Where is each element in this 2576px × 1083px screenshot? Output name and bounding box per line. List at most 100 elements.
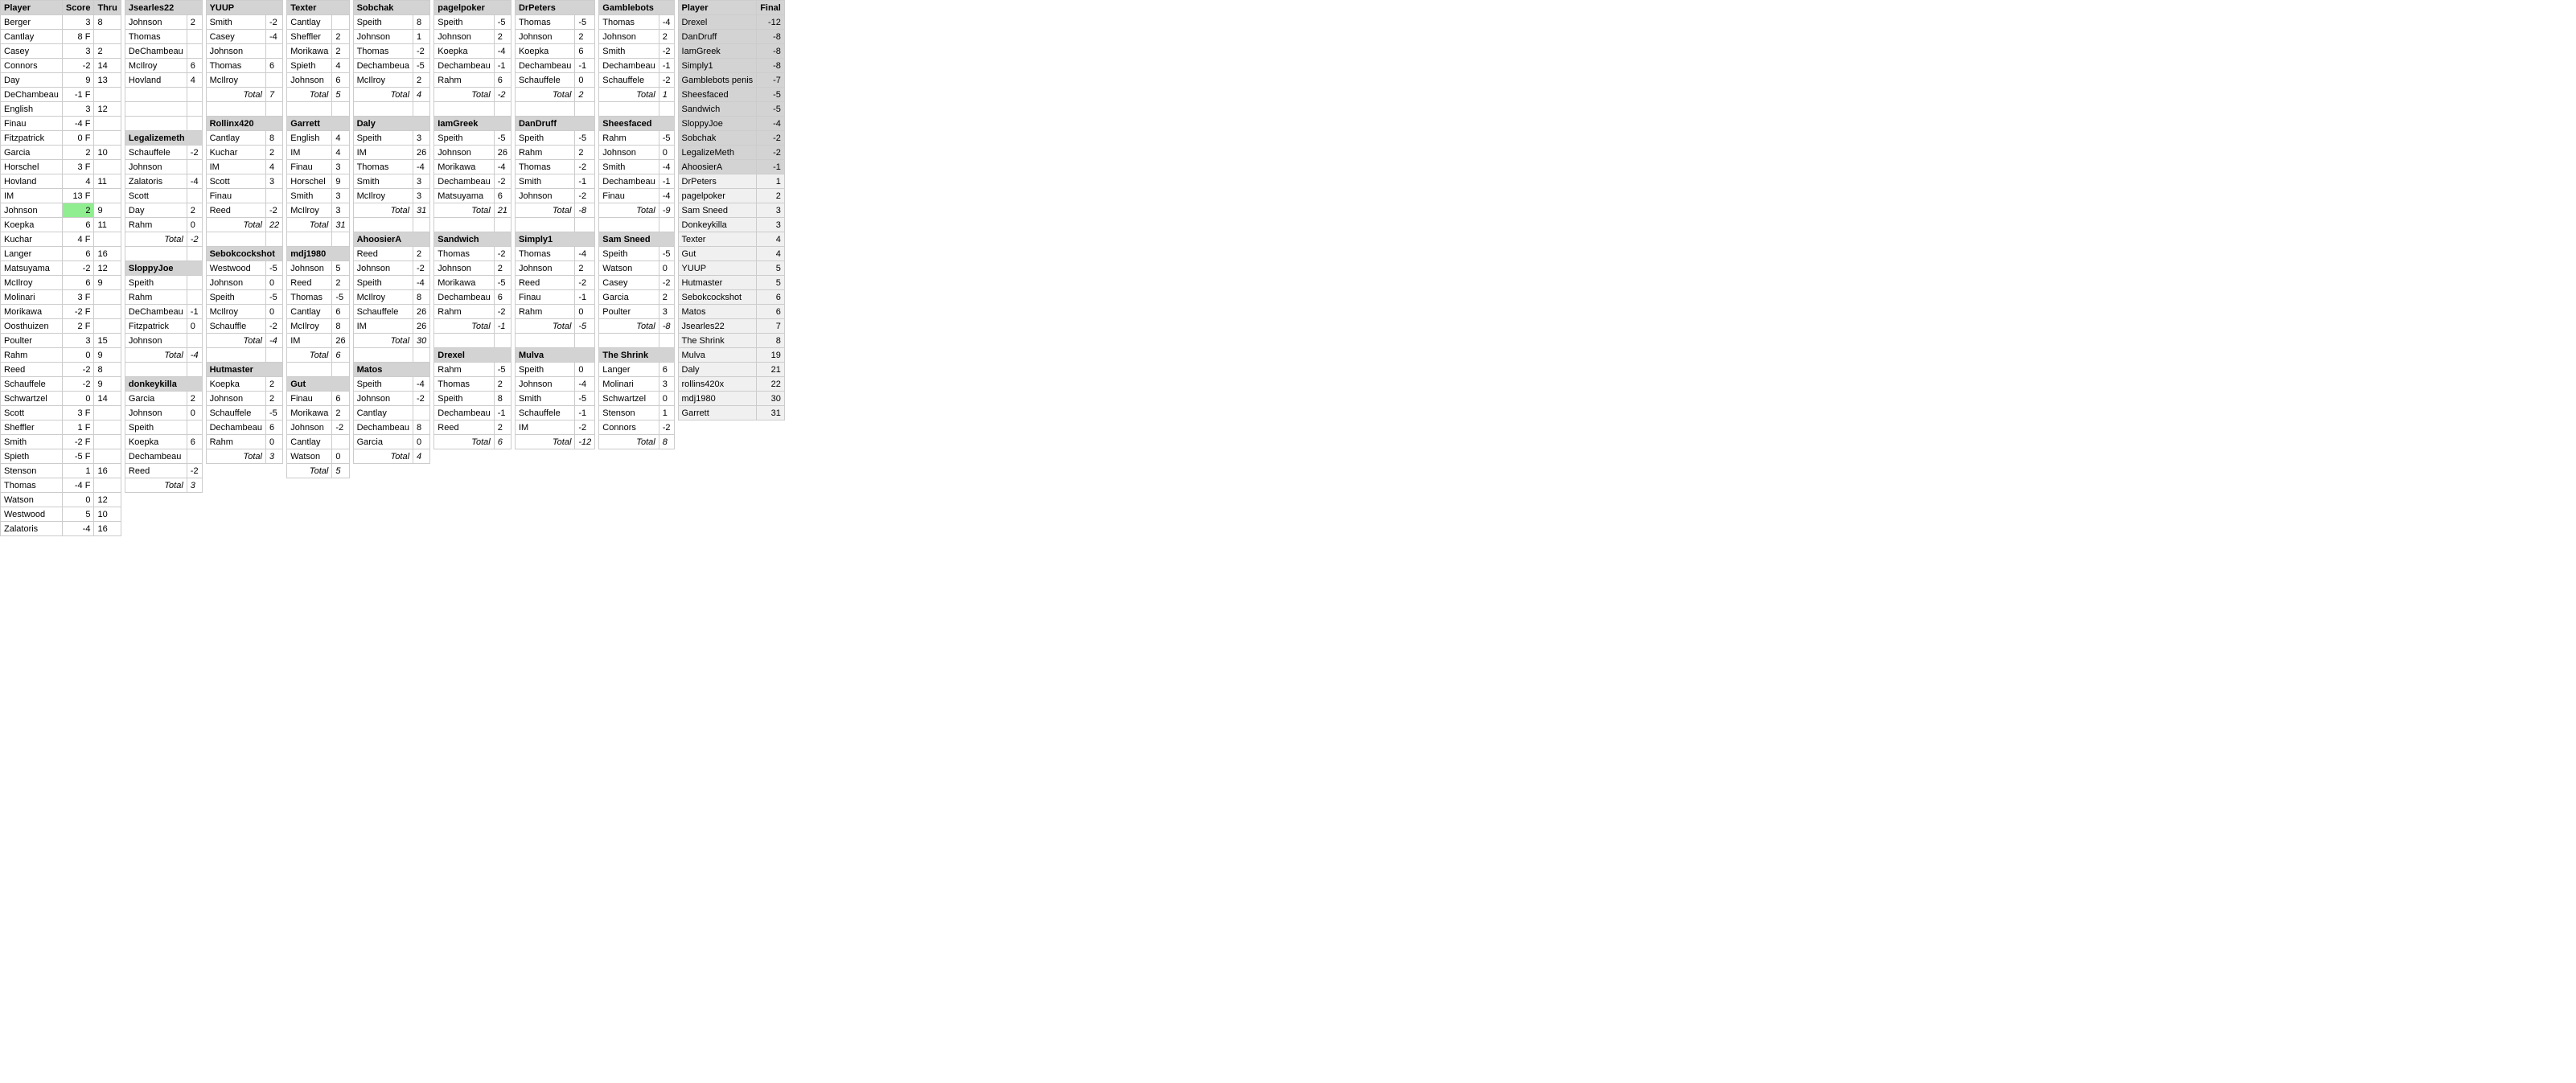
pick-name: Schauffele: [206, 406, 265, 420]
pick-value: [575, 102, 595, 117]
total-value: 1: [659, 88, 674, 102]
final-row: Donkeykilla3: [678, 218, 784, 232]
pick-name: Thomas: [515, 160, 574, 174]
pick-row: Morikawa2: [287, 44, 349, 59]
pick-row: Speith3: [353, 131, 430, 146]
pick-row: McIlroy: [206, 73, 283, 88]
pick-name: English: [287, 131, 332, 146]
pick-value: 26: [413, 319, 430, 334]
pick-value: [659, 334, 674, 348]
final-row: Texter4: [678, 232, 784, 247]
player-name: Sheffler: [1, 420, 63, 435]
pick-name: Sheffler: [287, 30, 332, 44]
pick-value: [187, 247, 202, 261]
pick-name: Smith: [353, 174, 413, 189]
pick-row: Johnson0: [206, 276, 283, 290]
total-label: Total: [125, 478, 187, 493]
pick-value: -2: [659, 276, 674, 290]
pick-name: Dechambeau: [599, 174, 659, 189]
pick-name: Kuchar: [206, 146, 265, 160]
pick-row: English4: [287, 131, 349, 146]
pick-value: 2: [266, 377, 283, 392]
pick-value: 6: [494, 73, 511, 88]
player-name: Molinari: [1, 290, 63, 305]
pick-value: [494, 334, 511, 348]
player-thru: 15: [94, 334, 121, 348]
final-row: Daly21: [678, 363, 784, 377]
pick-name: Rahm: [434, 363, 494, 377]
pick-value: 0: [575, 305, 595, 319]
pick-value: 0: [659, 146, 674, 160]
pick-value: -4: [494, 44, 511, 59]
final-player-name: Texter: [678, 232, 757, 247]
header-player: Player: [1, 1, 63, 15]
pick-row: Matsuyama6: [434, 189, 512, 203]
pick-row: Spieth4: [287, 59, 349, 73]
pick-name: Morikawa: [287, 44, 332, 59]
final-row: Drexel-12: [678, 15, 784, 30]
pick-name: [434, 218, 494, 232]
player-thru: 13: [94, 73, 121, 88]
pick-value: 6: [266, 420, 283, 435]
pick-value: 0: [266, 435, 283, 449]
final-player-name: Drexel: [678, 15, 757, 30]
section-header: mdj1980: [287, 247, 349, 261]
player-score: 3: [62, 334, 94, 348]
pick-row: Koepka-4: [434, 44, 512, 59]
pick-value: -2: [575, 189, 595, 203]
player-thru: [94, 232, 121, 247]
pick-value: [659, 218, 674, 232]
pick-name: Smith: [287, 189, 332, 203]
pick-name: Garcia: [353, 435, 413, 449]
pick-value: 6: [332, 392, 349, 406]
pick-value: -4: [659, 189, 674, 203]
pick-value: -5: [413, 59, 430, 73]
pick-name: Finau: [515, 290, 574, 305]
pick-name: Rahm: [434, 305, 494, 319]
pick-name: Dechambeau: [599, 59, 659, 73]
section-header: Rollinx420: [206, 117, 283, 131]
player-row: Poulter315: [1, 334, 121, 348]
pick-value: 2: [575, 30, 595, 44]
pick-name: Day: [125, 203, 187, 218]
total-label: Total: [206, 449, 265, 464]
pick-value: -5: [575, 131, 595, 146]
pick-value: -2: [575, 420, 595, 435]
pick-name: Speith: [206, 290, 265, 305]
pick-row: Total1: [599, 88, 674, 102]
total-label: Total: [434, 88, 494, 102]
pick-name: Thomas: [206, 59, 265, 73]
pick-value: -5: [575, 392, 595, 406]
pick-row: IM26: [287, 334, 349, 348]
pick-row: Rahm: [125, 290, 202, 305]
player-thru: 10: [94, 146, 121, 160]
player-thru: 12: [94, 102, 121, 117]
pick-name: Speith: [353, 131, 413, 146]
player-thru: 8: [94, 15, 121, 30]
pick-row: Total-2: [434, 88, 512, 102]
pick-row: [599, 334, 674, 348]
pick-value: 6: [266, 59, 283, 73]
final-player-value: 19: [757, 348, 785, 363]
final-row: Garrett31: [678, 406, 784, 420]
pick-row: Fitzpatrick0: [125, 319, 202, 334]
player-thru: 11: [94, 218, 121, 232]
player-name: DeChambeau: [1, 88, 63, 102]
total-value: -2: [187, 232, 202, 247]
section-header: The Shrink: [599, 348, 674, 363]
pick-name: Finau: [599, 189, 659, 203]
total-value: -4: [266, 334, 283, 348]
pick-value: -2: [659, 420, 674, 435]
pick-row: Total-9: [599, 203, 674, 218]
player-name: Matsuyama: [1, 261, 63, 276]
pick-row: Cantlay: [353, 406, 430, 420]
pick-name: Morikawa: [287, 406, 332, 420]
final-player-value: 5: [757, 276, 785, 290]
pick-name: Smith: [515, 392, 574, 406]
pick-name: Reed: [287, 276, 332, 290]
total-value: 31: [413, 203, 430, 218]
final-row: IamGreek-8: [678, 44, 784, 59]
final-player-value: 31: [757, 406, 785, 420]
pick-name: Garcia: [125, 392, 187, 406]
player-name: Berger: [1, 15, 63, 30]
